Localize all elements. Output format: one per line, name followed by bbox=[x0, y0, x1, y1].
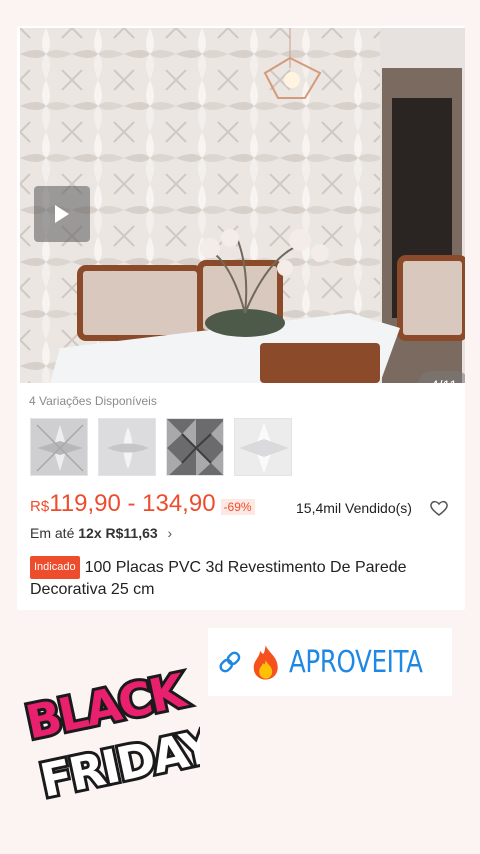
price-currency: R$ bbox=[30, 498, 50, 515]
video-play-button[interactable] bbox=[34, 186, 90, 242]
product-title: Indicado 100 Placas PVC 3d Revestimento D… bbox=[30, 556, 450, 600]
variant-thumbnail[interactable] bbox=[30, 418, 88, 476]
variant-thumbnail[interactable] bbox=[234, 418, 292, 476]
link-icon bbox=[219, 651, 241, 673]
product-title-text: 100 Placas PVC 3d Revestimento De Parede… bbox=[30, 559, 407, 598]
product-image-gallery[interactable]: 4/11 bbox=[20, 28, 465, 383]
installments-prefix: Em até bbox=[30, 525, 75, 541]
variant-thumbnails bbox=[30, 418, 292, 476]
promo-link[interactable]: APROVEITA bbox=[208, 628, 452, 696]
installments-row[interactable]: Em até 12x R$11,63 › bbox=[30, 525, 172, 541]
chevron-right-icon: › bbox=[167, 525, 173, 541]
variants-label: 4 Variações Disponíveis bbox=[29, 394, 157, 408]
sold-count: 15,4mil Vendido(s) bbox=[296, 500, 412, 516]
promo-text: APROVEITA bbox=[289, 644, 423, 680]
recommended-badge: Indicado bbox=[30, 556, 80, 579]
installments-value: 12x R$11,63 bbox=[78, 525, 158, 541]
black-friday-logo: BLACK FRIDAY bbox=[20, 660, 200, 810]
play-icon bbox=[55, 205, 69, 223]
price-range: R$ 119,90 - 134,90 -69% bbox=[30, 490, 255, 518]
fire-icon bbox=[253, 645, 278, 680]
price-value: 119,90 - 134,90 bbox=[49, 490, 216, 517]
image-counter: 4/11 bbox=[418, 371, 465, 383]
variant-thumbnail[interactable] bbox=[98, 418, 156, 476]
discount-badge: -69% bbox=[220, 499, 255, 515]
heart-icon bbox=[430, 500, 448, 516]
variant-thumbnail[interactable] bbox=[166, 418, 224, 476]
favorite-button[interactable] bbox=[429, 499, 449, 522]
